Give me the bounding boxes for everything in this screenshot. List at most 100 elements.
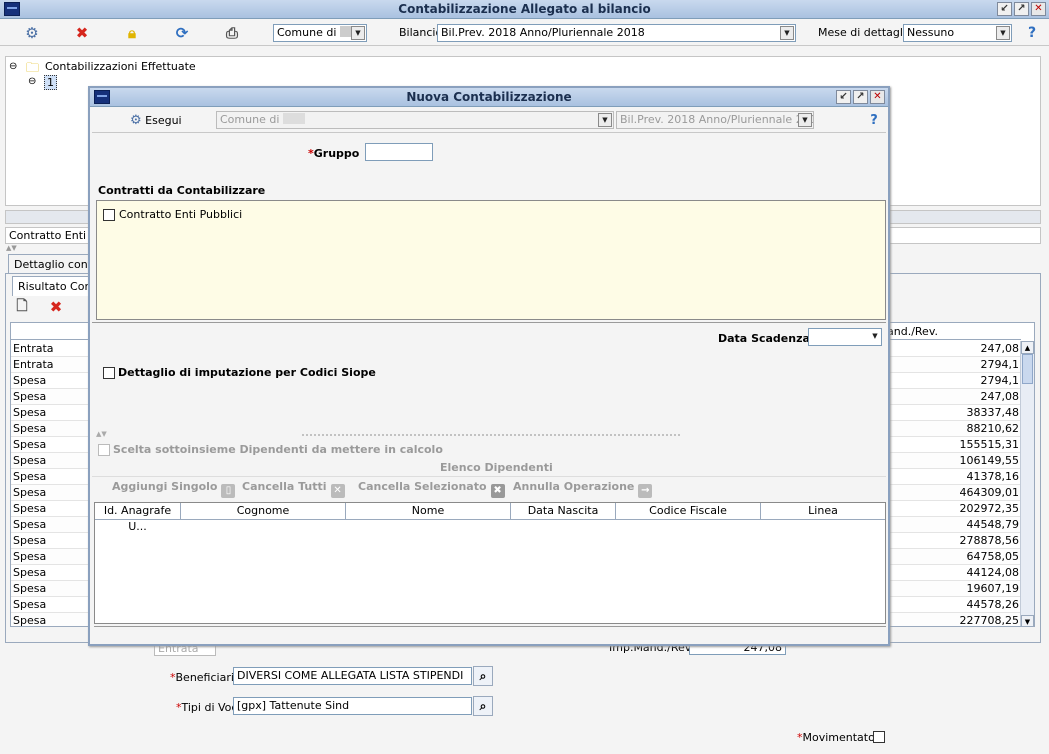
dialog-title: Nuova Contabilizzazione	[406, 90, 572, 104]
col-data-nascita[interactable]: Data Nascita	[511, 503, 616, 519]
mese-select[interactable]: Nessuno ▼	[903, 24, 1012, 42]
esegui-button[interactable]: ⚙ Esegui	[130, 113, 182, 128]
print-icon[interactable]: ⎙	[220, 22, 244, 44]
row-type: Entrata	[13, 342, 54, 355]
chevron-down-icon[interactable]: ▼	[780, 26, 794, 40]
row-amount: 88210,62	[966, 422, 1020, 435]
tipi-label-text: Tipi di Voci	[181, 701, 241, 714]
contratto-option-label[interactable]: Contratto Enti Pubblici	[119, 208, 242, 221]
delete-icon[interactable]: ✖	[70, 22, 94, 44]
tipi-value: [gpx] Tattenute Sind	[237, 699, 350, 712]
bilancio-select[interactable]: Bil.Prev. 2018 Anno/Pluriennale 2018 ▼	[437, 24, 796, 42]
mese-label: Mese di dettaglio	[818, 26, 913, 39]
dialog-statusbar	[94, 626, 886, 642]
collapse-arrows-icon[interactable]: ▲▼	[96, 430, 107, 438]
delete-row-icon[interactable]: ✖	[44, 296, 68, 318]
tree-expand-icon[interactable]: ⊖	[9, 61, 17, 72]
redacted-block	[283, 113, 306, 124]
tree-root-label[interactable]: Contabilizzazioni Effettuate	[45, 60, 196, 73]
bilancio-label: Bilancio	[399, 26, 443, 39]
main-toolbar: ⚙ ✖ 🔒︎ ⟳ ⎙ Comune di ▼ Bilancio Bil.Prev.…	[0, 20, 1049, 46]
search-icon[interactable]: ⌕	[473, 666, 493, 686]
col-nome[interactable]: Nome	[346, 503, 511, 519]
comune-select[interactable]: Comune di ▼	[273, 24, 367, 42]
gruppo-field[interactable]	[365, 143, 433, 161]
siope-label[interactable]: Dettaglio di imputazione per Codici Siop…	[118, 366, 376, 379]
movimentato-checkbox[interactable]	[873, 731, 885, 743]
row-amount: 44124,08	[966, 566, 1020, 579]
row-amount: 106149,55	[959, 454, 1020, 467]
annulla-operazione-button[interactable]: Annulla Operazione →	[513, 478, 653, 498]
beneficiario-field[interactable]: DIVERSI COME ALLEGATA LISTA STIPENDI	[233, 667, 472, 685]
contratto-checkbox[interactable]	[103, 209, 115, 221]
aggiungi-singolo-button[interactable]: Aggiungi Singolo ▯	[112, 478, 236, 498]
bilancio-select-value: Bil.Prev. 2018 Anno/Pluriennale 2018	[441, 26, 645, 39]
tipi-field[interactable]: [gpx] Tattenute Sind	[233, 697, 472, 715]
main-titlebar: Contabilizzazione Allegato al bilancio ↙…	[0, 0, 1049, 19]
scroll-up-icon[interactable]: ▲	[1021, 341, 1034, 354]
row-type: Spesa	[13, 566, 47, 579]
row-type: Spesa	[13, 502, 47, 515]
row-amount: 2794,1	[980, 358, 1020, 371]
siope-checkbox[interactable]	[103, 367, 115, 379]
row-type: Spesa	[13, 470, 47, 483]
minimize-icon[interactable]: ↙	[836, 90, 851, 104]
col-linea[interactable]: Linea	[761, 503, 885, 519]
row-amount: 202972,35	[959, 502, 1020, 515]
col-codice-fiscale[interactable]: Codice Fiscale	[616, 503, 761, 519]
row-amount: 2794,1	[980, 374, 1020, 387]
grid-scrollbar[interactable]: ▲ ▼	[1020, 341, 1034, 626]
lock-icon[interactable]: 🔒︎	[120, 22, 144, 44]
col-id-anagrafe[interactable]: Id. Anagrafe U...	[95, 503, 181, 533]
beneficiario-label-text: Beneficiario	[175, 671, 241, 684]
collapse-arrows-icon[interactable]: ▲▼	[6, 244, 17, 252]
mese-select-value: Nessuno	[907, 26, 955, 39]
row-amount: 247,08	[980, 342, 1020, 355]
help-icon[interactable]: ?	[1020, 22, 1044, 44]
dialog-toolbar: ⚙ Esegui Comune di ▼ Bil.Prev. 2018 Anno/…	[92, 109, 886, 133]
arrow-right-icon: →	[638, 484, 653, 498]
dialog-window: Nuova Contabilizzazione ↙ ↗ ✕ ⚙ Esegui C…	[88, 86, 890, 646]
scroll-down-icon[interactable]: ▼	[1021, 615, 1034, 626]
row-type: Spesa	[13, 374, 47, 387]
contratti-list: Contratto Enti Pubblici	[96, 200, 886, 320]
refresh-icon[interactable]: ⟳	[170, 22, 194, 44]
row-type: Spesa	[13, 422, 47, 435]
tree-child-expand-icon[interactable]: ⊖	[28, 76, 36, 87]
gruppo-label: *Gruppo	[308, 147, 360, 160]
maximize-icon[interactable]: ↗	[853, 90, 868, 104]
delete-icon: ✖	[490, 484, 505, 498]
scelta-label: Scelta sottoinsieme Dipendenti da metter…	[113, 443, 443, 456]
col-cognome[interactable]: Cognome	[181, 503, 346, 519]
contratti-header: Contratti da Contabilizzare	[98, 184, 266, 197]
tree-child-label[interactable]: 1	[44, 75, 57, 90]
row-type: Spesa	[13, 438, 47, 451]
maximize-icon[interactable]: ↗	[1014, 2, 1029, 16]
new-document-icon[interactable]: 🗋	[10, 296, 34, 318]
row-amount: 155515,31	[959, 438, 1020, 451]
row-type: Entrata	[13, 358, 54, 371]
tab-risultato-label: Risultato Cont	[18, 280, 96, 293]
gear-icon: ⚙	[130, 113, 142, 128]
search-icon[interactable]: ⌕	[473, 696, 493, 716]
row-type: Spesa	[13, 390, 47, 403]
close-icon[interactable]: ✕	[870, 90, 885, 104]
close-icon[interactable]: ✕	[1031, 2, 1046, 16]
clear-all-icon: ✕	[330, 484, 345, 498]
scelta-checkbox	[98, 444, 110, 456]
movimentato-label-text: Movimentato	[802, 731, 875, 744]
chevron-down-icon[interactable]: ▼	[868, 330, 881, 344]
movimentato-label: *Movimentato	[797, 731, 875, 744]
cancella-selezionato-button[interactable]: Cancella Selezionato ✖	[358, 478, 505, 498]
execute-gear-icon[interactable]: ⚙	[20, 22, 44, 44]
help-icon[interactable]: ?	[862, 109, 886, 131]
minimize-icon[interactable]: ↙	[997, 2, 1012, 16]
chevron-down-icon[interactable]: ▼	[996, 26, 1010, 40]
cancella-tutti-button[interactable]: Cancella Tutti ✕	[242, 478, 345, 498]
chevron-down-icon[interactable]: ▼	[351, 26, 365, 40]
data-scadenza-field[interactable]: ▼	[808, 328, 882, 346]
data-scadenza-label: Data Scadenza	[718, 332, 810, 345]
row-amount: 227708,25	[959, 614, 1020, 627]
scroll-thumb[interactable]	[1022, 354, 1033, 384]
esegui-label: Esegui	[145, 114, 182, 127]
